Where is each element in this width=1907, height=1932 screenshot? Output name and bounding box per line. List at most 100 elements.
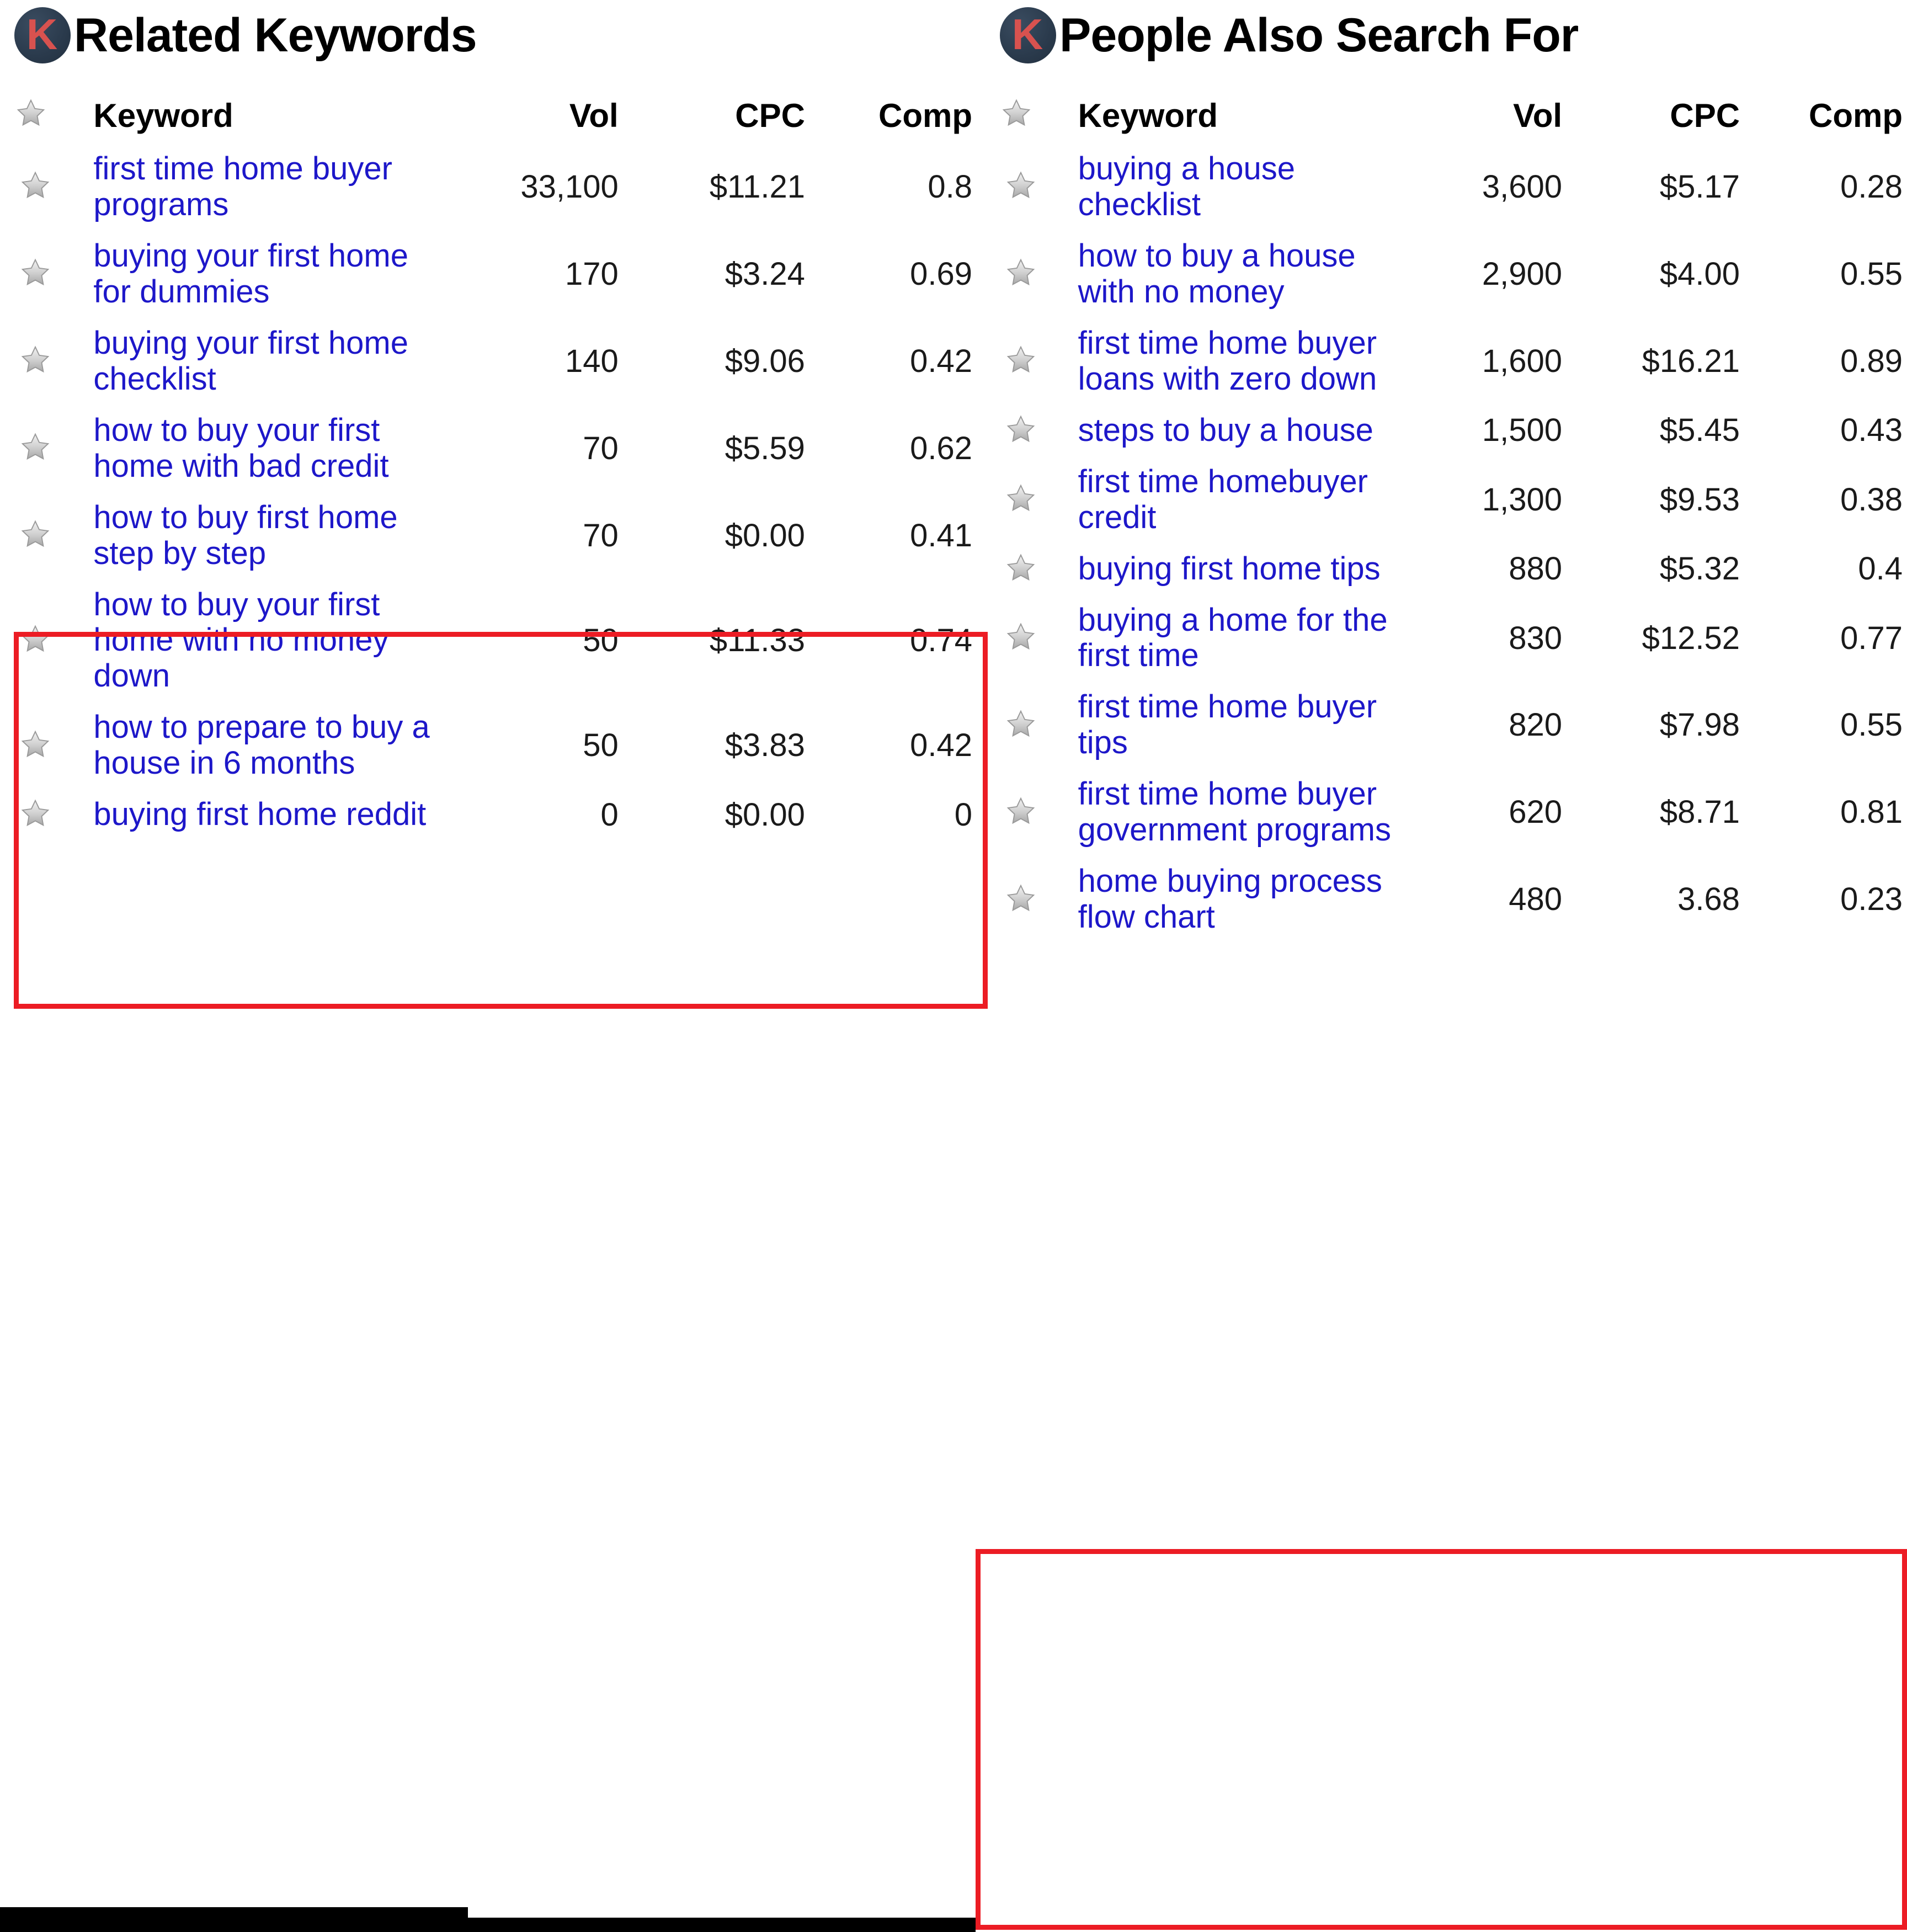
keyword-link[interactable]: first time home buyer tips — [1075, 682, 1402, 769]
star-icon[interactable] — [19, 431, 52, 463]
table-row[interactable]: first time home buyer programs 33,100 $1… — [14, 143, 977, 231]
star-icon[interactable] — [1000, 97, 1033, 129]
column-header-comp[interactable]: Comp — [809, 97, 977, 143]
star-icon[interactable] — [1004, 795, 1037, 827]
star-icon[interactable] — [1004, 621, 1037, 653]
cpc-value: 3.68 — [1677, 881, 1740, 918]
star-icon[interactable] — [19, 344, 52, 376]
row-star-toggle[interactable] — [14, 405, 90, 492]
row-star-toggle[interactable] — [14, 231, 90, 318]
row-star-toggle[interactable] — [14, 143, 90, 231]
keyword-link[interactable]: how to buy your first home with no money… — [90, 579, 448, 702]
cpc-value: $16.21 — [1642, 343, 1740, 379]
vol-value: 50 — [583, 622, 619, 659]
star-icon[interactable] — [1004, 413, 1037, 445]
table-row[interactable]: how to buy your first home with no money… — [14, 579, 977, 702]
star-icon[interactable] — [19, 518, 52, 550]
table-row[interactable]: first time home buyer tips 820 $7.98 0.5… — [1000, 682, 1907, 769]
keyword-link[interactable]: how to buy first home step by step — [90, 492, 448, 579]
table-row[interactable]: buying your first home checklist 140 $9.… — [14, 318, 977, 405]
star-icon[interactable] — [1004, 344, 1037, 376]
table-row[interactable]: buying a house checklist 3,600 $5.17 0.2… — [1000, 143, 1907, 231]
column-header-star[interactable] — [14, 97, 90, 143]
keyword-link[interactable]: home buying process flow chart — [1075, 856, 1402, 943]
row-star-toggle[interactable] — [1000, 544, 1075, 595]
star-icon[interactable] — [1004, 169, 1037, 201]
comp-value: 0.42 — [910, 343, 972, 379]
column-header-star[interactable] — [1000, 97, 1075, 143]
cpc-value: $5.32 — [1659, 551, 1740, 587]
row-star-toggle[interactable] — [14, 789, 90, 840]
star-icon[interactable] — [1004, 882, 1037, 914]
keyword-link[interactable]: first time home buyer loans with zero do… — [1075, 318, 1402, 405]
star-icon[interactable] — [19, 257, 52, 289]
table-row[interactable]: first time home buyer loans with zero do… — [1000, 318, 1907, 405]
row-star-toggle[interactable] — [14, 492, 90, 579]
star-icon[interactable] — [19, 623, 52, 655]
table-row[interactable]: buying a home for the first time 830 $12… — [1000, 595, 1907, 682]
column-header-keyword[interactable]: Keyword — [90, 97, 448, 143]
vol-value: 480 — [1509, 881, 1563, 918]
star-icon[interactable] — [19, 797, 52, 829]
row-star-toggle[interactable] — [1000, 143, 1075, 231]
table-row[interactable]: how to buy first home step by step 70 $0… — [14, 492, 977, 579]
cpc-value: $7.98 — [1659, 707, 1740, 743]
table-row[interactable]: buying your first home for dummies 170 $… — [14, 231, 977, 318]
vol-value: 620 — [1509, 794, 1563, 831]
column-header-keyword[interactable]: Keyword — [1075, 97, 1402, 143]
row-star-toggle[interactable] — [1000, 405, 1075, 456]
people-also-search-for-table: Keyword Vol CPC Comp buying a house chec… — [1000, 97, 1907, 943]
table-row[interactable]: how to prepare to buy a house in 6 month… — [14, 702, 977, 789]
vol-value: 70 — [583, 430, 619, 466]
row-star-toggle[interactable] — [1000, 856, 1075, 943]
keyword-link[interactable]: first time homebuyer credit — [1075, 456, 1402, 544]
table-row[interactable]: first time homebuyer credit 1,300 $9.53 … — [1000, 456, 1907, 544]
star-icon[interactable] — [1004, 708, 1037, 740]
table-row[interactable]: steps to buy a house 1,500 $5.45 0.43 — [1000, 405, 1907, 456]
comp-value: 0.62 — [910, 430, 972, 466]
keyword-link[interactable]: first time home buyer government program… — [1075, 769, 1402, 856]
column-header-cpc[interactable]: CPC — [1567, 97, 1744, 143]
comp-value: 0.4 — [1858, 551, 1903, 587]
keyword-link[interactable]: how to buy a house with no money — [1075, 231, 1402, 318]
star-icon[interactable] — [14, 97, 47, 129]
vol-value: 2,900 — [1482, 256, 1563, 292]
column-header-vol[interactable]: Vol — [448, 97, 623, 143]
row-star-toggle[interactable] — [1000, 231, 1075, 318]
row-star-toggle[interactable] — [1000, 318, 1075, 405]
row-star-toggle[interactable] — [1000, 456, 1075, 544]
table-row[interactable]: buying first home reddit 0 $0.00 0 — [14, 789, 977, 840]
vol-value: 880 — [1509, 551, 1563, 587]
star-icon[interactable] — [1004, 552, 1037, 584]
cpc-value: $0.00 — [725, 796, 805, 833]
cpc-value: $11.33 — [709, 622, 805, 659]
keyword-link[interactable]: buying a home for the first time — [1075, 595, 1402, 682]
keyword-link[interactable]: buying your first home for dummies — [90, 231, 448, 318]
column-header-cpc[interactable]: CPC — [623, 97, 809, 143]
keyword-link[interactable]: how to buy your first home with bad cred… — [90, 405, 448, 492]
keyword-link[interactable]: buying first home tips — [1075, 544, 1402, 595]
table-row[interactable]: home buying process flow chart 480 3.68 … — [1000, 856, 1907, 943]
table-row[interactable]: how to buy a house with no money 2,900 $… — [1000, 231, 1907, 318]
keyword-link[interactable]: steps to buy a house — [1075, 405, 1402, 456]
star-icon[interactable] — [1004, 482, 1037, 514]
star-icon[interactable] — [19, 728, 52, 760]
row-star-toggle[interactable] — [14, 702, 90, 789]
row-star-toggle[interactable] — [1000, 769, 1075, 856]
column-header-comp[interactable]: Comp — [1744, 97, 1907, 143]
row-star-toggle[interactable] — [1000, 595, 1075, 682]
column-header-vol[interactable]: Vol — [1402, 97, 1567, 143]
table-row[interactable]: first time home buyer government program… — [1000, 769, 1907, 856]
table-row[interactable]: how to buy your first home with bad cred… — [14, 405, 977, 492]
keyword-link[interactable]: buying your first home checklist — [90, 318, 448, 405]
keyword-link[interactable]: buying first home reddit — [90, 789, 448, 840]
keyword-link[interactable]: first time home buyer programs — [90, 143, 448, 231]
row-star-toggle[interactable] — [1000, 682, 1075, 769]
star-icon[interactable] — [1004, 257, 1037, 289]
row-star-toggle[interactable] — [14, 318, 90, 405]
table-row[interactable]: buying first home tips 880 $5.32 0.4 — [1000, 544, 1907, 595]
keyword-link[interactable]: how to prepare to buy a house in 6 month… — [90, 702, 448, 789]
star-icon[interactable] — [19, 169, 52, 201]
row-star-toggle[interactable] — [14, 579, 90, 702]
keyword-link[interactable]: buying a house checklist — [1075, 143, 1402, 231]
